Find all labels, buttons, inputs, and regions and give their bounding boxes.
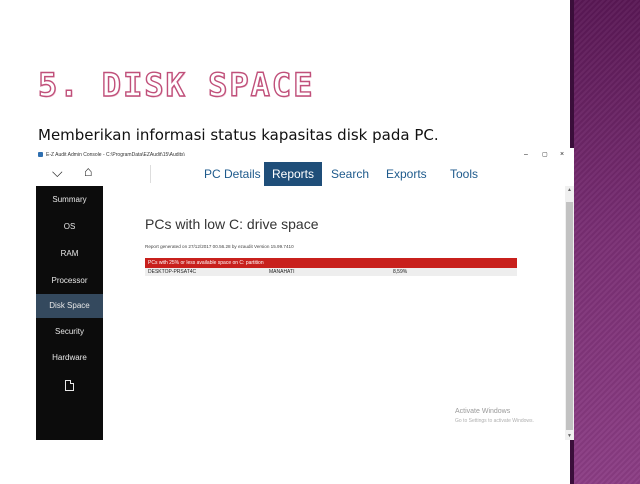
app-icon (38, 152, 43, 157)
app-window: E-Z Audit Admin Console - C:\ProgramData… (36, 148, 574, 440)
tab-pc-details[interactable]: PC Details (204, 167, 261, 181)
cell-free-percent: 8,59% (393, 269, 408, 275)
sidebar-item-processor[interactable]: Processor (36, 269, 103, 293)
sidebar-item-os[interactable]: OS (36, 215, 103, 239)
maximize-button[interactable]: ▢ (542, 150, 548, 160)
cell-pc-name: DESKTOP-PRSAT4C (148, 269, 197, 275)
report-meta: Report generated on 27/12/2017 00.56.28 … (145, 244, 294, 249)
report-content: PCs with low C: drive space Report gener… (103, 186, 565, 440)
tab-search[interactable]: Search (331, 167, 369, 181)
activation-watermark-title: Activate Windows (455, 408, 511, 415)
report-table-header: PCs with 25% or less available space on … (145, 258, 517, 268)
minimize-button[interactable]: – (524, 150, 528, 160)
top-navbar: ⌵ ⌂ PC Details Reports Search Exports To… (36, 162, 574, 186)
table-row[interactable]: DESKTOP-PRSAT4C MANAHATI 8,59% (145, 268, 517, 276)
slide-title: 5. DISK SPACE (37, 65, 315, 104)
tab-exports[interactable]: Exports (386, 167, 427, 181)
tab-reports[interactable]: Reports (264, 162, 322, 186)
sidebar-item-summary[interactable]: Summary (36, 188, 103, 212)
sidebar-item-security[interactable]: Security (36, 320, 103, 344)
slide-subtitle: Memberikan informasi status kapasitas di… (38, 126, 439, 144)
report-title: PCs with low C: drive space (145, 216, 319, 232)
window-titlebar: E-Z Audit Admin Console - C:\ProgramData… (36, 148, 574, 162)
sidebar-item-ram[interactable]: RAM (36, 242, 103, 266)
scrollbar-thumb[interactable] (566, 202, 573, 430)
activation-watermark-text: Go to Settings to activate Windows. (455, 418, 534, 424)
chevron-down-icon[interactable]: ⌵ (52, 164, 63, 181)
scroll-down-icon[interactable]: ▼ (565, 432, 574, 440)
scroll-up-icon[interactable]: ▲ (565, 186, 574, 194)
close-button[interactable]: × (560, 150, 564, 160)
tab-tools[interactable]: Tools (450, 167, 478, 181)
sidebar-item-hardware[interactable]: Hardware (36, 346, 103, 370)
cell-user-name: MANAHATI (269, 269, 295, 275)
window-title: E-Z Audit Admin Console - C:\ProgramData… (46, 152, 185, 158)
sidebar: Summary OS RAM Processor Disk Space Secu… (36, 186, 103, 440)
navbar-divider (150, 165, 151, 183)
sidebar-item-disk-space[interactable]: Disk Space (36, 294, 103, 318)
document-icon[interactable] (65, 380, 74, 391)
slide-decorative-bar (574, 0, 640, 484)
home-icon[interactable]: ⌂ (84, 163, 92, 179)
vertical-scrollbar[interactable]: ▲ ▼ (565, 186, 574, 440)
